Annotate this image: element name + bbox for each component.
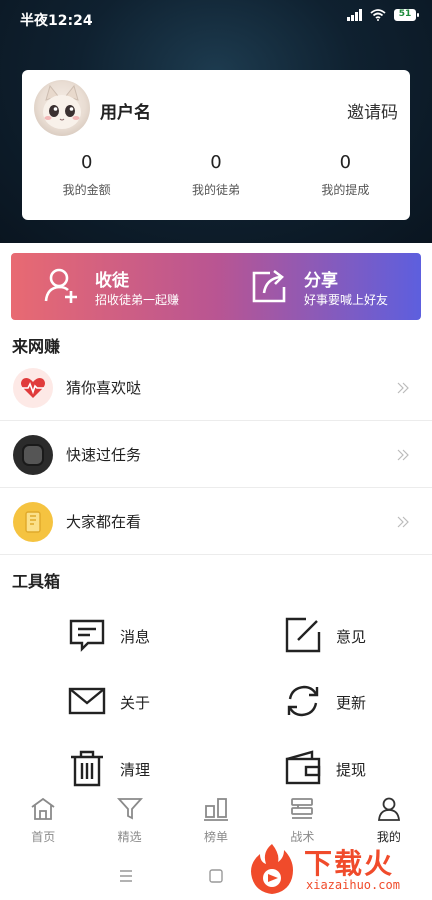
tool-feedback[interactable]: 意见 — [284, 611, 432, 661]
home-icon — [31, 797, 55, 820]
wifi-icon — [370, 9, 386, 21]
list-item-guess-you-like[interactable]: 猜你喜欢哒 — [0, 355, 432, 421]
stat-commission[interactable]: 0 我的提成 — [281, 152, 410, 198]
stat-value: 0 — [339, 152, 352, 173]
status-time: 半夜12:24 — [20, 13, 93, 29]
tool-label: 意见 — [336, 628, 367, 646]
tool-clean[interactable]: 清理 — [68, 744, 268, 794]
wallet-icon — [285, 750, 321, 785]
filter-icon — [116, 798, 143, 820]
banner-title: 分享 — [304, 271, 338, 291]
notebook-icon — [13, 502, 53, 542]
feedback-icon — [285, 617, 321, 653]
tactics-icon — [291, 798, 314, 819]
promo-banner: 收徒 招收徒弟一起赚 分享 好事要喊上好友 — [11, 253, 421, 320]
tab-label: 首页 — [31, 830, 56, 844]
share-icon — [252, 269, 286, 303]
username: 用户名 — [100, 103, 151, 123]
stat-label: 我的金额 — [62, 183, 111, 197]
double-chevron-right-icon — [397, 516, 409, 528]
watermark-url: xiazaihuo.com — [306, 878, 400, 892]
fire-logo-icon — [251, 844, 293, 894]
tab-featured[interactable]: 精选 — [86, 792, 172, 852]
task-icon — [13, 435, 53, 475]
invite-code-button[interactable]: 邀请码 — [347, 98, 398, 123]
tool-label: 更新 — [336, 694, 367, 712]
stat-value: 0 — [80, 152, 93, 173]
toolbox-title: 工具箱 — [12, 572, 61, 591]
profile-card: 用户名 邀请码 0 我的金额 0 我的徒弟 0 我的提成 — [22, 70, 410, 220]
add-user-icon — [44, 268, 77, 303]
heartbeat-icon — [13, 368, 53, 408]
tab-label: 精选 — [117, 830, 142, 844]
mail-icon — [68, 687, 106, 715]
watermark-text: 下载火 — [304, 847, 395, 880]
banner-subtitle: 招收徒弟一起赚 — [95, 293, 180, 307]
list-item-label: 猜你喜欢哒 — [66, 379, 142, 397]
menu-icon[interactable] — [118, 868, 134, 884]
avatar[interactable] — [34, 80, 90, 136]
banner-subtitle: 好事要喊上好友 — [304, 293, 389, 307]
status-bar: 半夜12:24 51 — [0, 0, 432, 36]
message-icon — [69, 619, 105, 652]
recruit-apprentice-button[interactable]: 收徒 招收徒弟一起赚 — [11, 253, 216, 320]
tool-label: 关于 — [120, 694, 151, 712]
status-icons: 51 — [347, 9, 419, 21]
trash-icon — [71, 750, 103, 787]
stat-label: 我的提成 — [321, 183, 370, 197]
stat-value: 0 — [210, 152, 222, 173]
stat-apprentices[interactable]: 0 我的徒弟 — [151, 152, 280, 198]
home-button-icon[interactable] — [208, 868, 224, 884]
share-button[interactable]: 分享 好事要喊上好友 — [216, 253, 421, 320]
list-item-quick-task[interactable]: 快速过任务 — [0, 422, 432, 488]
double-chevron-right-icon — [397, 382, 409, 394]
list-item-everyone-watching[interactable]: 大家都在看 — [0, 489, 432, 555]
list-item-label: 快速过任务 — [66, 446, 142, 464]
profile-stats: 0 我的金额 0 我的徒弟 0 我的提成 — [22, 152, 410, 198]
battery-icon: 51 — [394, 9, 419, 21]
tool-label: 消息 — [120, 628, 151, 646]
watermark: 下载火 xiazaihuo.com — [242, 838, 422, 898]
profile-icon — [377, 797, 400, 821]
stat-label: 我的徒弟 — [191, 183, 240, 197]
tab-home[interactable]: 首页 — [0, 792, 86, 852]
stat-amount[interactable]: 0 我的金额 — [22, 152, 151, 198]
tool-label: 清理 — [120, 761, 151, 779]
tool-about[interactable]: 关于 — [68, 677, 268, 727]
tool-label: 提现 — [336, 761, 367, 779]
double-chevron-right-icon — [397, 449, 409, 461]
ranking-icon — [204, 798, 229, 821]
earn-section-title: 来网赚 — [12, 337, 61, 356]
battery-level: 51 — [398, 9, 412, 19]
refresh-icon — [287, 685, 319, 717]
banner-title: 收徒 — [95, 271, 129, 291]
tool-withdraw[interactable]: 提现 — [284, 744, 432, 794]
tool-update[interactable]: 更新 — [284, 677, 432, 727]
list-item-label: 大家都在看 — [66, 513, 142, 531]
tool-messages[interactable]: 消息 — [68, 611, 268, 661]
cat-avatar-icon — [43, 84, 81, 129]
signal-icon — [347, 9, 362, 21]
